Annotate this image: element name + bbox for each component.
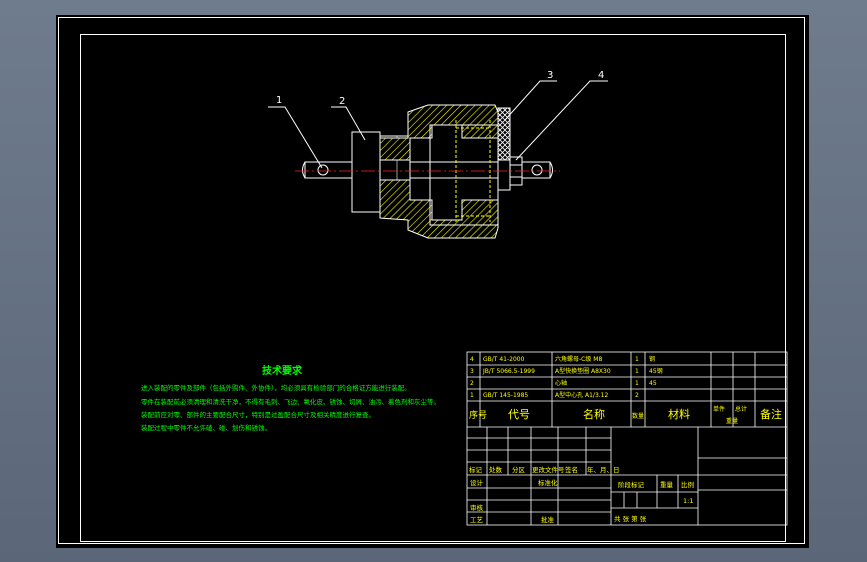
bom-header-material: 材料 (668, 407, 690, 421)
bom-header-remarks: 备注 (760, 407, 782, 421)
bom-row-1-code: GB/T 145-1985 (483, 392, 528, 399)
bom-header-qty: 数量 (632, 412, 644, 420)
tb-process: 工艺 (470, 516, 484, 524)
bom-row-4-material: 钢 (649, 355, 655, 363)
bom-row-4-seq: 4 (470, 356, 474, 363)
bom-header-seq: 序号 (469, 409, 487, 421)
callout-4: 4 (598, 70, 604, 81)
tb-date: 年、月、日 (587, 465, 620, 474)
washer-part (497, 107, 511, 191)
bom-row-1-qty: 2 (635, 392, 639, 399)
tech-requirement-3: 装配前应对零、部件的主要配合尺寸，特别是过盈配合尺寸及相关精度进行复查。 (141, 411, 375, 419)
bom-row-3-material: 45钢 (649, 367, 663, 375)
title-block-grid (466, 351, 788, 526)
bom-row-2-qty: 1 (635, 380, 639, 387)
tb-scale-value: 1:1 (683, 497, 693, 505)
tech-requirement-1: 进入装配的零件及部件（包括外购件、外协件），均必须具有检验部门的合格证方能进行装… (141, 384, 411, 392)
bom-header-total-weight: 总计 (735, 405, 747, 413)
tb-sheets: 共 张 第 张 (614, 514, 647, 523)
tb-weight: 重量 (660, 481, 674, 489)
bom-row-3-code: JB/T 5066.5-1999 (482, 368, 535, 375)
bom-header-name: 名称 (583, 407, 605, 421)
bom-row-3-name: A型快换垫圈 A8X30 (555, 367, 611, 375)
tb-zone: 分区 (512, 465, 526, 474)
bom-row-3-qty: 1 (635, 368, 639, 375)
callout-2: 2 (339, 96, 345, 107)
tech-requirements-title: 技术要求 (262, 366, 302, 377)
bom-header-unit-weight: 单件 (713, 405, 725, 413)
bom-row-2-material: 45 (649, 380, 657, 387)
bom-row-2-seq: 2 (470, 380, 474, 387)
tb-count: 处数 (489, 465, 503, 474)
tb-approve: 批准 (541, 515, 555, 524)
assembly-drawing: 1 2 3 4 4 GB/T 41-2000 六角螺母-C级 M8 1 钢 3 … (268, 70, 788, 526)
tb-design: 设计 (470, 478, 484, 487)
tech-requirement-4: 装配过程中零件不允许磕、碰、划伤和锈蚀。 (141, 424, 271, 432)
bom-row-4-code: GB/T 41-2000 (483, 356, 525, 363)
tech-requirement-2: 零件在装配前必须清理和清洗干净，不得有毛刺、飞边、氧化皮、锈蚀、切屑、油污、着色… (141, 398, 440, 406)
tb-sign: 签名 (565, 465, 578, 474)
tb-mark: 标记 (469, 465, 483, 474)
tb-scale: 比例 (681, 480, 694, 489)
tb-change-doc: 更改文件号 (532, 465, 565, 474)
bom-row-4-name: 六角螺母-C级 M8 (555, 355, 602, 363)
tb-standardize: 标准化 (538, 478, 558, 487)
bom-row-3-seq: 3 (470, 368, 474, 375)
callout-1: 1 (276, 95, 282, 106)
bom-row-1-seq: 1 (470, 392, 474, 399)
tb-review: 审核 (470, 503, 484, 512)
bom-header-code: 代号 (508, 408, 530, 421)
bom-row-4-qty: 1 (635, 356, 639, 363)
bom-row-2-name: 心轴 (555, 379, 567, 387)
bom-row-1-name: A型中心孔 A1/3.12 (555, 391, 608, 399)
tb-stage-mark: 阶段标记 (618, 480, 645, 489)
bom-header-weight: 重量 (726, 417, 738, 425)
callout-3: 3 (547, 70, 553, 81)
